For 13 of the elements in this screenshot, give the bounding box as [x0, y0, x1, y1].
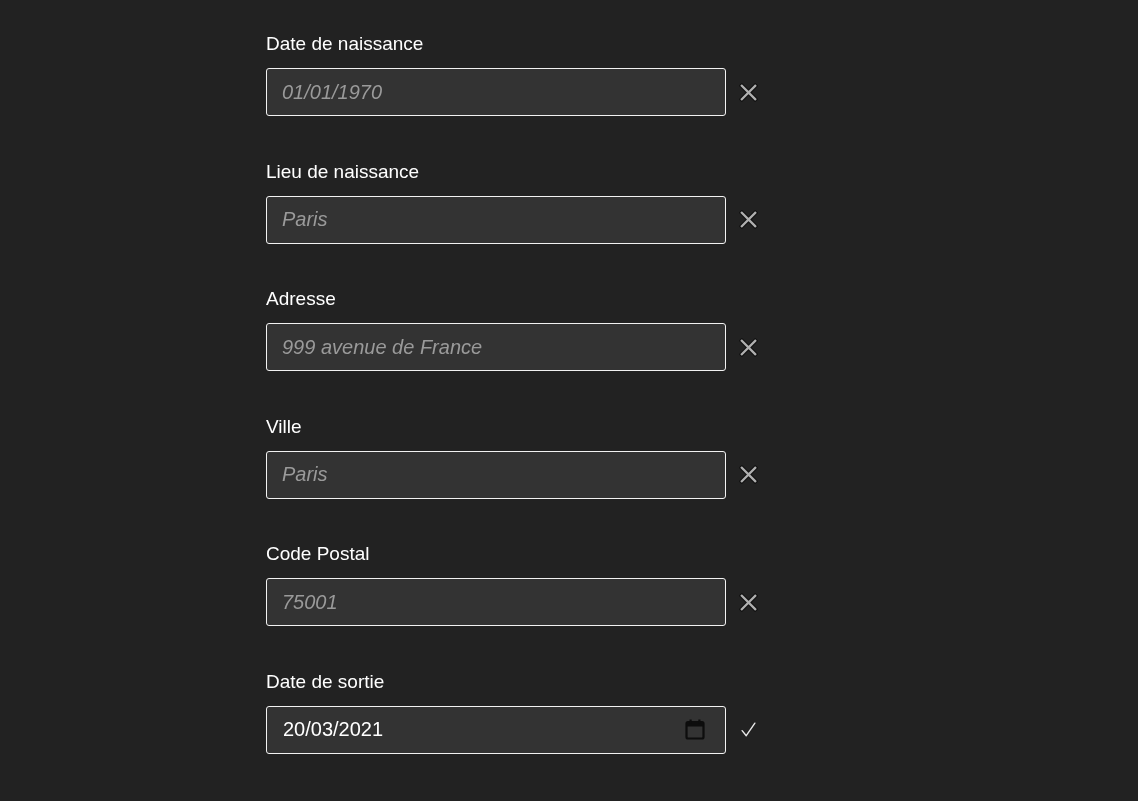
calendar-icon[interactable] — [685, 718, 705, 740]
field-label: Date de naissance — [266, 32, 424, 56]
field-label: Ville — [266, 414, 302, 439]
field-label: Lieu de naissance — [266, 159, 420, 184]
input-field[interactable]: Paris — [266, 450, 726, 499]
input-field[interactable]: 75001 — [266, 578, 726, 627]
field-label: Code Postal — [266, 542, 370, 567]
field-label: Date de sortie — [266, 669, 385, 694]
date-field[interactable]: 20/03/2021 — [266, 705, 726, 754]
input-field[interactable]: Paris — [266, 195, 726, 244]
input-field[interactable]: 01/01/1970 — [266, 68, 726, 116]
field-label: Adresse — [266, 287, 336, 312]
input-field[interactable]: 999 avenue de France — [266, 323, 726, 372]
